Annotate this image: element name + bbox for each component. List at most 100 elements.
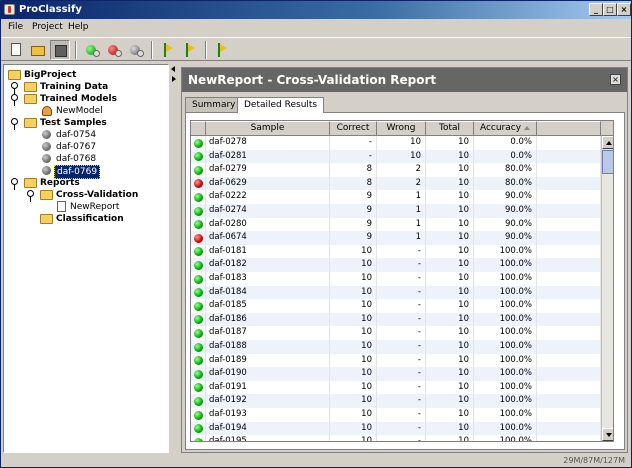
- correct-cell: 9: [330, 231, 377, 245]
- correct-cell: 10: [330, 353, 377, 368]
- column-header-sample[interactable]: Sample: [206, 121, 330, 136]
- status-green-icon: [194, 342, 203, 352]
- cross-validate-button[interactable]: [212, 40, 232, 60]
- table-row[interactable]: daf-0190 10-10 100.0%: [191, 367, 601, 381]
- menu-project[interactable]: Project: [32, 22, 63, 32]
- accuracy-cell: 0.0%: [474, 149, 537, 164]
- wrong-cell: -: [377, 312, 426, 327]
- status-cell: [191, 380, 206, 395]
- status-green-icon: [194, 383, 203, 393]
- expand-handle-icon[interactable]: [11, 118, 18, 130]
- status-green-icon: [194, 328, 203, 338]
- table-row[interactable]: daf-0191 10-10 100.0%: [191, 380, 601, 395]
- table-row[interactable]: daf-0278-10 10 0.0%: [191, 136, 601, 150]
- scroll-up-button[interactable]: [602, 136, 613, 149]
- folder-icon: [8, 70, 21, 80]
- table-row[interactable]: daf-0274 9 1 10 90.0%: [191, 204, 601, 218]
- total-cell: 10: [426, 258, 474, 272]
- save-button[interactable]: [50, 40, 70, 60]
- empty-cell: [537, 217, 601, 232]
- collapse-left-icon[interactable]: [171, 66, 175, 72]
- new-document-icon: [11, 43, 21, 56]
- sample-cell: daf-0185: [206, 299, 330, 313]
- status-green-icon: [194, 356, 203, 366]
- column-header-wrong[interactable]: Wrong: [377, 121, 426, 136]
- wrong-cell: 1: [377, 231, 426, 245]
- wrong-cell: -: [377, 353, 426, 368]
- accuracy-cell: 100.0%: [474, 421, 537, 436]
- wrong-cell: -: [377, 380, 426, 395]
- table-row[interactable]: daf-0222 9 1 10 90.0%: [191, 190, 601, 204]
- table-row[interactable]: daf-0195 10-10 100.0%: [191, 435, 601, 441]
- status-green-icon: [194, 138, 203, 148]
- empty-cell: [537, 204, 601, 218]
- column-header-status[interactable]: [191, 121, 206, 136]
- total-cell: 10: [426, 353, 474, 368]
- table-row[interactable]: daf-0184 10-10 100.0%: [191, 285, 601, 300]
- empty-cell: [537, 258, 601, 272]
- table-row[interactable]: daf-0193 10-10 100.0%: [191, 408, 601, 422]
- table-row[interactable]: daf-0189 10-10 100.0%: [191, 353, 601, 368]
- column-header-total[interactable]: Total: [426, 121, 474, 136]
- sample-cell: daf-0186: [206, 312, 330, 327]
- minimize-button[interactable]: _: [589, 3, 603, 16]
- add-test-sample-button[interactable]: [126, 40, 146, 60]
- accuracy-cell: 100.0%: [474, 272, 537, 286]
- table-row[interactable]: daf-0192 10-10 100.0%: [191, 394, 601, 408]
- correct-cell: 10: [330, 244, 377, 259]
- add-good-sample-button[interactable]: [82, 40, 102, 60]
- tab-summary[interactable]: Summary: [185, 97, 243, 112]
- sample-cell: daf-0184: [206, 285, 330, 300]
- tab-detailed-results[interactable]: Detailed Results: [237, 97, 325, 113]
- run-button[interactable]: [158, 40, 178, 60]
- table-row[interactable]: daf-0281-10 10 0.0%: [191, 149, 601, 164]
- expand-handle-icon[interactable]: [11, 82, 18, 94]
- total-cell: 10: [426, 272, 474, 286]
- wrong-cell: 10: [377, 136, 426, 150]
- status-green-icon: [194, 437, 203, 441]
- status-green-icon: [194, 410, 203, 420]
- menu-file[interactable]: File: [8, 22, 23, 32]
- table-row[interactable]: daf-0182 10-10 100.0%: [191, 258, 601, 272]
- table-row[interactable]: daf-0194 10-10 100.0%: [191, 421, 601, 436]
- table-row[interactable]: daf-0187 10-10 100.0%: [191, 326, 601, 340]
- maximize-button[interactable]: □: [603, 3, 617, 16]
- expand-handle-icon[interactable]: [11, 94, 18, 106]
- sample-cell: daf-0274: [206, 204, 330, 218]
- wrong-cell: -: [377, 299, 426, 313]
- table-row[interactable]: daf-0186 10-10 100.0%: [191, 312, 601, 327]
- run-flag-button[interactable]: [180, 40, 200, 60]
- scroll-down-button[interactable]: [602, 428, 613, 441]
- open-button[interactable]: [28, 40, 48, 60]
- table-row[interactable]: daf-0188 10-10 100.0%: [191, 340, 601, 354]
- status-cell: [191, 244, 206, 259]
- column-header-extra[interactable]: [537, 121, 601, 136]
- column-header-accuracy[interactable]: Accuracy: [474, 121, 537, 136]
- scroll-thumb[interactable]: [602, 150, 613, 174]
- expand-handle-icon[interactable]: [27, 190, 34, 202]
- vertical-scrollbar[interactable]: [601, 136, 613, 441]
- collapse-right-icon[interactable]: [172, 76, 176, 82]
- correct-cell: 10: [330, 340, 377, 354]
- table-row[interactable]: daf-0279 8 2 10 80.0%: [191, 163, 601, 177]
- correct-cell: 9: [330, 204, 377, 218]
- sample-icon: [42, 154, 51, 163]
- expand-handle-icon[interactable]: [11, 178, 18, 190]
- sample-cell: daf-0191: [206, 380, 330, 395]
- close-button[interactable]: ×: [617, 3, 631, 16]
- close-report-icon[interactable]: ×: [610, 74, 621, 85]
- menu-help[interactable]: Help: [68, 22, 89, 32]
- table-row[interactable]: daf-0629 8 2 10 80.0%: [191, 176, 601, 191]
- table-row[interactable]: daf-0674 9 1 10 90.0%: [191, 231, 601, 245]
- status-cell: [191, 272, 206, 286]
- add-bad-sample-button[interactable]: [104, 40, 124, 60]
- table-row[interactable]: daf-0280 9 1 10 90.0%: [191, 217, 601, 232]
- panel-splitter[interactable]: [170, 64, 178, 453]
- table-row[interactable]: daf-0183 10-10 100.0%: [191, 272, 601, 286]
- column-header-correct[interactable]: Correct: [330, 121, 377, 136]
- table-row[interactable]: daf-0185 10-10 100.0%: [191, 299, 601, 313]
- table-row[interactable]: daf-0181 10-10 100.0%: [191, 244, 601, 259]
- empty-cell: [537, 149, 601, 164]
- empty-cell: [537, 421, 601, 436]
- new-button[interactable]: [6, 40, 26, 60]
